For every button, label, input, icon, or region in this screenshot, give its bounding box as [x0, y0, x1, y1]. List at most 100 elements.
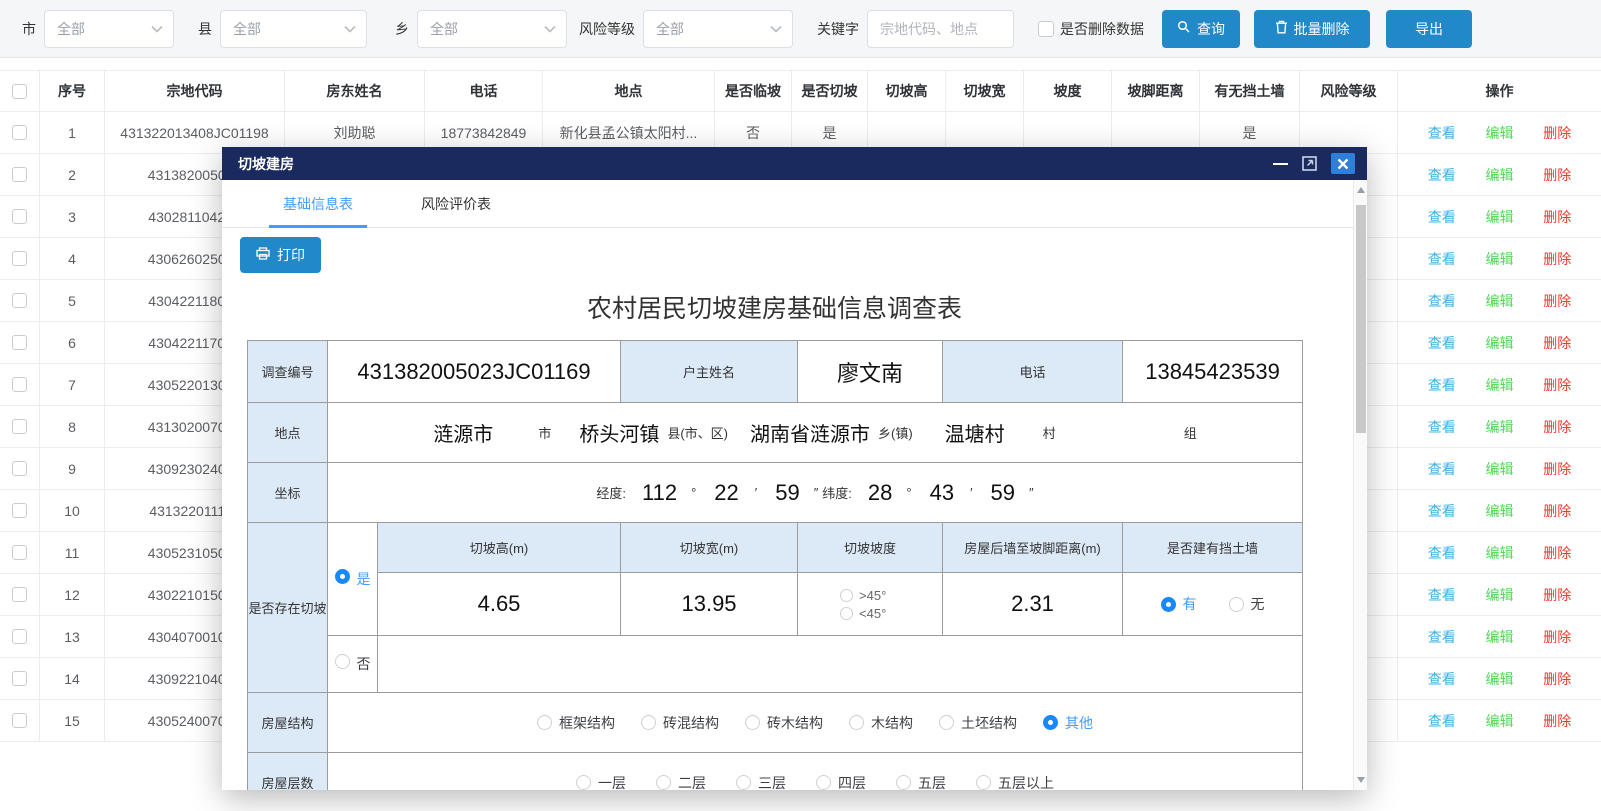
view-link[interactable]: 查看 [1428, 711, 1456, 731]
structure-wood-radio[interactable] [849, 715, 864, 730]
row-checkbox[interactable] [12, 713, 27, 728]
delete-link[interactable]: 删除 [1543, 333, 1571, 353]
edit-link[interactable]: 编辑 [1486, 123, 1514, 143]
edit-link[interactable]: 编辑 [1486, 417, 1514, 437]
edit-link[interactable]: 编辑 [1486, 249, 1514, 269]
floor-1-radio[interactable] [576, 775, 591, 790]
structure-brick-wood-radio[interactable] [745, 715, 760, 730]
delete-link[interactable]: 删除 [1543, 585, 1571, 605]
export-button[interactable]: 导出 [1386, 10, 1472, 48]
delete-link[interactable]: 删除 [1543, 501, 1571, 521]
delete-link[interactable]: 删除 [1543, 669, 1571, 689]
scrollbar-thumb[interactable] [1356, 205, 1366, 433]
delete-link[interactable]: 删除 [1543, 123, 1571, 143]
scroll-down-icon[interactable] [1357, 777, 1365, 783]
row-checkbox[interactable] [12, 503, 27, 518]
delete-link[interactable]: 删除 [1543, 543, 1571, 563]
edit-link[interactable]: 编辑 [1486, 207, 1514, 227]
minimize-button[interactable] [1273, 163, 1288, 165]
tab-risk-evaluation[interactable]: 风险评价表 [407, 180, 505, 227]
cut-exist-no-radio[interactable] [335, 654, 350, 669]
delete-link[interactable]: 删除 [1543, 711, 1571, 731]
structure-frame-radio[interactable] [537, 715, 552, 730]
slope-gt45-radio[interactable] [840, 589, 853, 602]
modal-scrollbar[interactable] [1353, 180, 1367, 790]
row-checkbox[interactable] [12, 293, 27, 308]
view-link[interactable]: 查看 [1428, 123, 1456, 143]
view-link[interactable]: 查看 [1428, 627, 1456, 647]
view-link[interactable]: 查看 [1428, 459, 1456, 479]
row-checkbox[interactable] [12, 419, 27, 434]
view-link[interactable]: 查看 [1428, 333, 1456, 353]
edit-link[interactable]: 编辑 [1486, 711, 1514, 731]
edit-link[interactable]: 编辑 [1486, 165, 1514, 185]
keyword-input[interactable] [867, 10, 1014, 48]
row-checkbox[interactable] [12, 629, 27, 644]
view-link[interactable]: 查看 [1428, 165, 1456, 185]
trash-icon [1275, 20, 1288, 37]
view-link[interactable]: 查看 [1428, 417, 1456, 437]
floor-5plus-radio[interactable] [976, 775, 991, 790]
view-link[interactable]: 查看 [1428, 249, 1456, 269]
floor-2-radio[interactable] [656, 775, 671, 790]
edit-link[interactable]: 编辑 [1486, 669, 1514, 689]
row-checkbox[interactable] [12, 461, 27, 476]
close-button[interactable] [1331, 153, 1355, 174]
town-select[interactable]: 全部 [417, 10, 567, 48]
structure-adobe-radio[interactable] [939, 715, 954, 730]
edit-link[interactable]: 编辑 [1486, 585, 1514, 605]
view-link[interactable]: 查看 [1428, 543, 1456, 563]
delete-link[interactable]: 删除 [1543, 291, 1571, 311]
row-checkbox[interactable] [12, 251, 27, 266]
delete-link[interactable]: 删除 [1543, 417, 1571, 437]
row-checkbox[interactable] [12, 125, 27, 140]
delete-link[interactable]: 删除 [1543, 207, 1571, 227]
batch-delete-button[interactable]: 批量删除 [1254, 10, 1370, 48]
row-checkbox[interactable] [12, 209, 27, 224]
county-select[interactable]: 全部 [220, 10, 367, 48]
row-checkbox[interactable] [12, 671, 27, 686]
view-link[interactable]: 查看 [1428, 375, 1456, 395]
view-link[interactable]: 查看 [1428, 669, 1456, 689]
row-checkbox[interactable] [12, 335, 27, 350]
edit-link[interactable]: 编辑 [1486, 291, 1514, 311]
row-checkbox[interactable] [12, 167, 27, 182]
show-deleted-checkbox[interactable] [1038, 21, 1054, 37]
scroll-up-icon[interactable] [1357, 187, 1365, 193]
floor-4-radio[interactable] [816, 775, 831, 790]
view-link[interactable]: 查看 [1428, 501, 1456, 521]
col-header-cut-height: 切坡高 [868, 71, 946, 111]
edit-link[interactable]: 编辑 [1486, 501, 1514, 521]
delete-link[interactable]: 删除 [1543, 459, 1571, 479]
search-button[interactable]: 查询 [1162, 10, 1240, 48]
wall-yes-radio[interactable] [1161, 597, 1176, 612]
view-link[interactable]: 查看 [1428, 207, 1456, 227]
row-checkbox[interactable] [12, 377, 27, 392]
view-link[interactable]: 查看 [1428, 291, 1456, 311]
row-checkbox[interactable] [12, 545, 27, 560]
floor-5-radio[interactable] [896, 775, 911, 790]
risk-select[interactable]: 全部 [643, 10, 793, 48]
delete-link[interactable]: 删除 [1543, 375, 1571, 395]
cut-exist-yes-radio[interactable] [335, 569, 350, 584]
edit-link[interactable]: 编辑 [1486, 459, 1514, 479]
tab-basic-info[interactable]: 基础信息表 [269, 180, 367, 227]
delete-link[interactable]: 删除 [1543, 249, 1571, 269]
print-button[interactable]: 打印 [240, 237, 321, 273]
view-link[interactable]: 查看 [1428, 585, 1456, 605]
edit-link[interactable]: 编辑 [1486, 543, 1514, 563]
slope-lt45-radio[interactable] [840, 607, 853, 620]
edit-link[interactable]: 编辑 [1486, 375, 1514, 395]
row-checkbox[interactable] [12, 587, 27, 602]
wall-no-radio[interactable] [1229, 597, 1244, 612]
maximize-button[interactable] [1302, 156, 1317, 171]
delete-link[interactable]: 删除 [1543, 165, 1571, 185]
city-select[interactable]: 全部 [44, 10, 174, 48]
select-all-checkbox[interactable] [12, 84, 27, 99]
edit-link[interactable]: 编辑 [1486, 627, 1514, 647]
structure-brick-concrete-radio[interactable] [641, 715, 656, 730]
floor-3-radio[interactable] [736, 775, 751, 790]
structure-other-radio[interactable] [1043, 715, 1058, 730]
delete-link[interactable]: 删除 [1543, 627, 1571, 647]
edit-link[interactable]: 编辑 [1486, 333, 1514, 353]
